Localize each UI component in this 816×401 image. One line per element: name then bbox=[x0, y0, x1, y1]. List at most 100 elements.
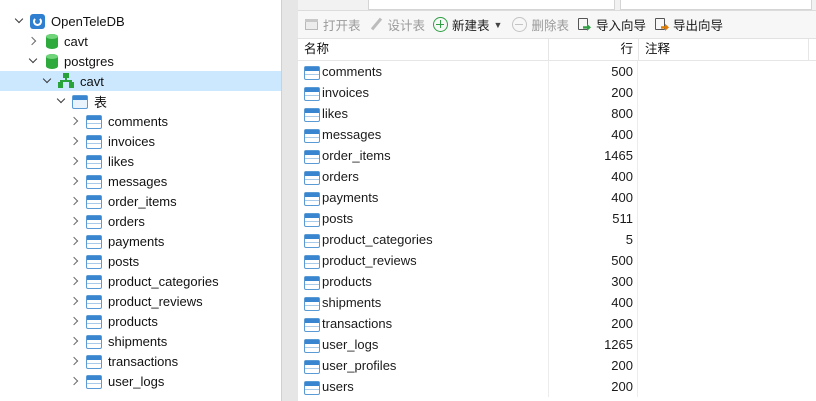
open-table-button[interactable]: 打开表 bbox=[304, 14, 361, 36]
tree-item-table[interactable]: transactions bbox=[0, 351, 281, 371]
tree-item-label: orders bbox=[108, 213, 145, 229]
chevron-right-icon[interactable] bbox=[70, 336, 80, 346]
tree-item-table[interactable]: shipments bbox=[0, 331, 281, 351]
table-name-cell: posts bbox=[304, 208, 548, 229]
chevron-down-icon[interactable] bbox=[14, 16, 24, 26]
table-row[interactable]: shipments 400 bbox=[298, 292, 816, 313]
schema-icon bbox=[58, 73, 74, 89]
export-wizard-button[interactable]: 导出向导 bbox=[654, 14, 723, 36]
chevron-right-icon[interactable] bbox=[70, 356, 80, 366]
table-row[interactable]: likes 800 bbox=[298, 103, 816, 124]
tree-item-table[interactable]: posts bbox=[0, 251, 281, 271]
design-table-button[interactable]: 设计表 bbox=[369, 14, 426, 36]
new-table-button[interactable]: 新建表 ▼ bbox=[433, 14, 504, 36]
table-row[interactable]: users 200 bbox=[298, 376, 816, 397]
table-row[interactable]: transactions 200 bbox=[298, 313, 816, 334]
table-name: invoices bbox=[322, 85, 369, 100]
delete-table-button[interactable]: 删除表 bbox=[512, 14, 569, 36]
table-row[interactable]: products 300 bbox=[298, 271, 816, 292]
chevron-right-icon[interactable] bbox=[70, 296, 80, 306]
chevron-right-icon[interactable] bbox=[70, 236, 80, 246]
table-icon bbox=[86, 315, 102, 329]
table-name-cell: products bbox=[304, 271, 548, 292]
tree-item-table[interactable]: user_logs bbox=[0, 371, 281, 391]
table-row[interactable]: order_items 1465 bbox=[298, 145, 816, 166]
table-row[interactable]: messages 400 bbox=[298, 124, 816, 145]
add-icon bbox=[433, 17, 449, 32]
chevron-right-icon[interactable] bbox=[70, 136, 80, 146]
chevron-right-icon[interactable] bbox=[70, 256, 80, 266]
table-name: posts bbox=[322, 211, 354, 226]
tree-item-label: messages bbox=[108, 173, 168, 189]
table-row[interactable]: payments 400 bbox=[298, 187, 816, 208]
table-icon bbox=[304, 317, 320, 332]
column-header-name[interactable]: 名称 bbox=[298, 39, 549, 60]
tree-item-table[interactable]: comments bbox=[0, 111, 281, 131]
table-row[interactable]: comments 500 bbox=[298, 61, 816, 82]
chevron-right-icon[interactable] bbox=[70, 116, 80, 126]
column-header-rows[interactable]: 行 bbox=[549, 39, 639, 60]
chevron-down-icon[interactable] bbox=[42, 76, 52, 86]
chevron-right-icon[interactable] bbox=[70, 276, 80, 286]
table-name-cell: orders bbox=[304, 166, 548, 187]
tree-item-table[interactable]: orders bbox=[0, 211, 281, 231]
chevron-right-icon[interactable] bbox=[70, 176, 80, 186]
table-icon bbox=[86, 155, 102, 169]
chevron-right-icon[interactable] bbox=[70, 316, 80, 326]
chevron-right-icon[interactable] bbox=[70, 156, 80, 166]
tree-item-table[interactable]: products bbox=[0, 311, 281, 331]
tab-other[interactable] bbox=[620, 0, 812, 10]
table-row[interactable]: product_reviews 500 bbox=[298, 250, 816, 271]
table-icon bbox=[304, 170, 320, 185]
table-row[interactable]: product_categories 5 bbox=[298, 229, 816, 250]
tree-item-connection[interactable]: OpenTeleDB bbox=[0, 11, 281, 31]
table-name-cell: user_logs bbox=[304, 334, 548, 355]
tree-item-table[interactable]: likes bbox=[0, 151, 281, 171]
table-name: likes bbox=[322, 106, 349, 121]
table-row[interactable]: invoices 200 bbox=[298, 82, 816, 103]
table-icon bbox=[86, 295, 102, 309]
row-count-cell: 500 bbox=[548, 250, 638, 271]
chevron-right-icon[interactable] bbox=[70, 216, 80, 226]
column-header-comment[interactable]: 注释 bbox=[639, 39, 809, 60]
table-icon bbox=[304, 65, 320, 80]
tree-item-table[interactable]: product_categories bbox=[0, 271, 281, 291]
table-name-cell: product_reviews bbox=[304, 250, 548, 271]
table-row[interactable]: posts 511 bbox=[298, 208, 816, 229]
table-row[interactable]: orders 400 bbox=[298, 166, 816, 187]
chevron-right-icon[interactable] bbox=[70, 376, 80, 386]
chevron-down-icon[interactable] bbox=[56, 96, 66, 106]
tree-item-database[interactable]: cavt bbox=[0, 31, 281, 51]
chevron-right-icon[interactable] bbox=[70, 196, 80, 206]
pane-splitter[interactable] bbox=[281, 0, 298, 401]
row-count-cell: 500 bbox=[548, 61, 638, 82]
dropdown-arrow-icon[interactable]: ▼ bbox=[494, 20, 503, 30]
tree-item-schema[interactable]: cavt bbox=[0, 71, 281, 91]
comment-cell bbox=[638, 313, 808, 334]
tree-item-label: transactions bbox=[108, 353, 179, 369]
import-wizard-button[interactable]: 导入向导 bbox=[577, 14, 646, 36]
tree-item-database[interactable]: postgres bbox=[0, 51, 281, 71]
tree-item-table[interactable]: payments bbox=[0, 231, 281, 251]
tree-item-table[interactable]: order_items bbox=[0, 191, 281, 211]
tree-item-label: payments bbox=[108, 233, 165, 249]
comment-cell bbox=[638, 124, 808, 145]
table-row[interactable]: user_logs 1265 bbox=[298, 334, 816, 355]
tree-item-table-folder[interactable]: 表 bbox=[0, 91, 281, 111]
tab-objects[interactable] bbox=[368, 0, 615, 10]
chevron-down-icon[interactable] bbox=[28, 56, 38, 66]
tree-item-table[interactable]: invoices bbox=[0, 131, 281, 151]
chevron-right-icon[interactable] bbox=[28, 36, 38, 46]
tree-item-table[interactable]: product_reviews bbox=[0, 291, 281, 311]
tree-item-table[interactable]: messages bbox=[0, 171, 281, 191]
grid-header: 名称 行 注释 bbox=[298, 39, 816, 61]
import-icon bbox=[577, 17, 592, 32]
comment-cell bbox=[638, 250, 808, 271]
table-row[interactable]: user_profiles 200 bbox=[298, 355, 816, 376]
table-name: product_reviews bbox=[322, 253, 417, 268]
tree-item-label: shipments bbox=[108, 333, 168, 349]
table-icon bbox=[304, 359, 320, 374]
row-count-cell: 800 bbox=[548, 103, 638, 124]
table-icon bbox=[86, 235, 102, 249]
table-name-cell: transactions bbox=[304, 313, 548, 334]
